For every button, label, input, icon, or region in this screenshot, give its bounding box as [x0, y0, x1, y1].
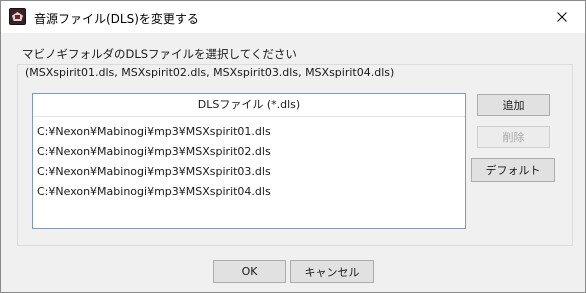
close-icon [557, 12, 567, 22]
list-item[interactable]: C:¥Nexon¥Mabinogi¥mp3¥MSXspirit04.dls [33, 182, 465, 202]
title-bar[interactable]: 音源ファイル(DLS)を変更する [1, 1, 585, 33]
ok-button[interactable]: OK [213, 260, 286, 283]
list-item[interactable]: C:¥Nexon¥Mabinogi¥mp3¥MSXspirit02.dls [33, 142, 465, 162]
list-items-container: C:¥Nexon¥Mabinogi¥mp3¥MSXspirit01.dls C:… [33, 117, 465, 202]
group-legend: (MSXspirit01.dls, MSXspirit02.dls, MSXsp… [23, 66, 397, 79]
cancel-button[interactable]: キャンセル [290, 260, 374, 283]
window-title: 音源ファイル(DLS)を変更する [34, 12, 199, 26]
list-item[interactable]: C:¥Nexon¥Mabinogi¥mp3¥MSXspirit01.dls [33, 122, 465, 142]
app-icon [9, 8, 26, 25]
dls-file-list[interactable]: DLSファイル (*.dls) C:¥Nexon¥Mabinogi¥mp3¥MS… [32, 93, 466, 229]
list-column-header[interactable]: DLSファイル (*.dls) [33, 94, 465, 117]
list-item[interactable]: C:¥Nexon¥Mabinogi¥mp3¥MSXspirit03.dls [33, 162, 465, 182]
close-button[interactable] [539, 1, 585, 33]
add-button[interactable]: 追加 [477, 94, 550, 116]
default-button[interactable]: デフォルト [471, 158, 555, 182]
delete-button[interactable]: 削除 [477, 126, 550, 148]
dialog-window: 音源ファイル(DLS)を変更する マビノギフォルダのDLSファイルを選択してくだ… [0, 0, 586, 293]
instruction-label: マビノギフォルダのDLSファイルを選択してください [22, 47, 297, 61]
